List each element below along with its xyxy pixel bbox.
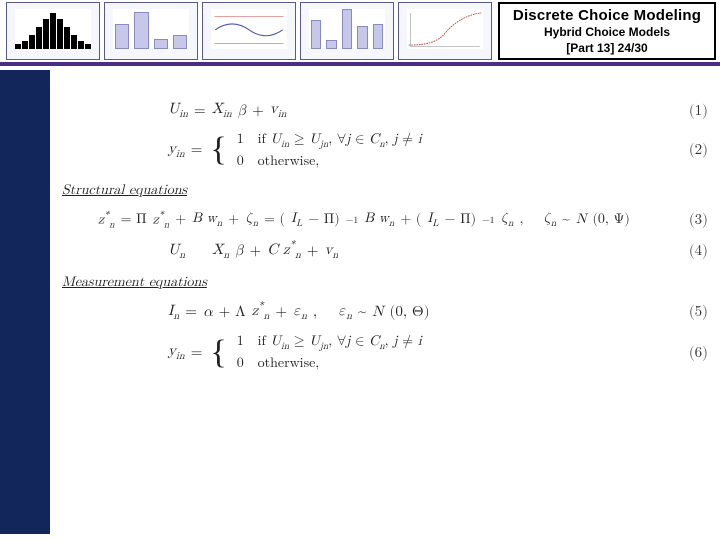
equation-number: (4) bbox=[674, 242, 708, 260]
title-block: Discrete Choice Modeling Hybrid Choice M… bbox=[498, 2, 716, 60]
equation-5: In = α + Λz*n + εn, εn ~ N(0, Θ) I_n = α… bbox=[58, 301, 708, 323]
equation-4: Un Xnβ + C z*n + vn U_n X_n β + C z_n* +… bbox=[58, 240, 708, 262]
equation-number: (6) bbox=[674, 344, 708, 362]
left-accent-bar bbox=[0, 70, 50, 534]
thumb-line-chart bbox=[202, 2, 296, 60]
equation-number: (3) bbox=[674, 211, 708, 229]
thumb-s-curve bbox=[398, 2, 492, 60]
course-title: Discrete Choice Modeling bbox=[504, 7, 710, 24]
equation-2: yin = { 1 if Uin ≥ Ujn, ∀j ∈ Cn, j ≠ i 0… bbox=[58, 131, 708, 170]
equation-3: z*n = Πz*n + B wn + ζn = (IL − Π)−1B wn … bbox=[58, 209, 708, 230]
equation-number: (5) bbox=[674, 303, 708, 321]
slide-header: Discrete Choice Modeling Hybrid Choice M… bbox=[0, 0, 720, 66]
equation-1: Uin = Xinβ + vin U_{in} = X_{in}β + v_{i… bbox=[58, 100, 708, 121]
section-structural: Structural equations bbox=[62, 182, 708, 199]
slide-pager: [Part 13] 24/30 bbox=[504, 41, 710, 55]
section-measurement: Measurement equations bbox=[62, 274, 708, 291]
thumb-histogram bbox=[6, 2, 100, 60]
equation-number: (2) bbox=[674, 141, 708, 159]
thumbnail-strip bbox=[6, 2, 492, 62]
equation-number: (1) bbox=[674, 102, 708, 120]
equations-panel: Uin = Xinβ + vin U_{in} = X_{in}β + v_{i… bbox=[58, 90, 708, 530]
lecture-topic: Hybrid Choice Models bbox=[504, 25, 710, 39]
equation-6: yin = { 1 if Uin ≥ Ujn, ∀j ∈ Cn, j ≠ i 0… bbox=[58, 333, 708, 372]
thumb-bar-chart-a bbox=[104, 2, 198, 60]
thumb-bar-chart-b bbox=[300, 2, 394, 60]
